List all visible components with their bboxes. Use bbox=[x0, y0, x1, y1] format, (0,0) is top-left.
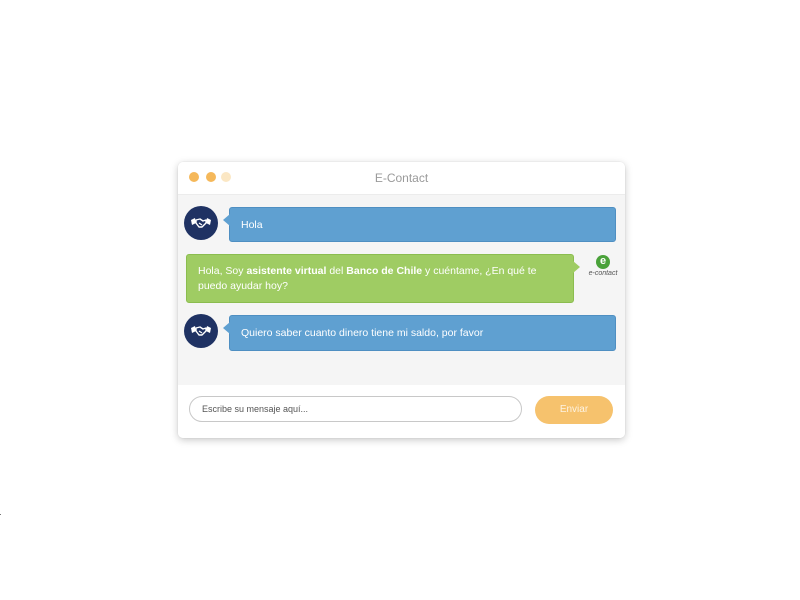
e-contact-logo-icon: e bbox=[596, 255, 610, 269]
bot-message-bubble: Hola, Soy asistente virtual del Banco de… bbox=[186, 254, 580, 303]
logo-text: e-contact bbox=[588, 270, 618, 277]
user-avatar bbox=[184, 314, 218, 348]
message-text-bold: asistente virtual bbox=[246, 265, 327, 277]
message-text: Hola bbox=[241, 219, 263, 231]
stray-pixel bbox=[0, 514, 1, 515]
handshake-icon bbox=[191, 218, 211, 228]
message-list: Hola Hola, Soy asistente virtual del Ban… bbox=[178, 195, 625, 385]
chat-window: E-Contact Hola Hola, Soy asistente virtu… bbox=[178, 162, 625, 438]
message-text: Quiero saber cuanto dinero tiene mi sald… bbox=[241, 327, 484, 339]
window-title: E-Contact bbox=[374, 171, 429, 185]
composer: Enviar bbox=[178, 385, 625, 438]
message-text-part: del bbox=[326, 265, 347, 277]
user-message-bubble: Quiero saber cuanto dinero tiene mi sald… bbox=[223, 315, 616, 351]
user-avatar bbox=[184, 206, 218, 240]
message-input[interactable] bbox=[189, 396, 522, 422]
bot-avatar: e e-contact bbox=[584, 254, 622, 290]
logo-letter: e bbox=[599, 255, 607, 267]
user-message-bubble: Hola bbox=[223, 207, 616, 242]
handshake-icon bbox=[191, 326, 211, 336]
message-text-part: Hola, Soy bbox=[198, 265, 247, 277]
message-text-bold: Banco de Chile bbox=[346, 265, 423, 277]
title-bar: E-Contact bbox=[178, 162, 625, 195]
send-button[interactable]: Enviar bbox=[535, 396, 613, 424]
